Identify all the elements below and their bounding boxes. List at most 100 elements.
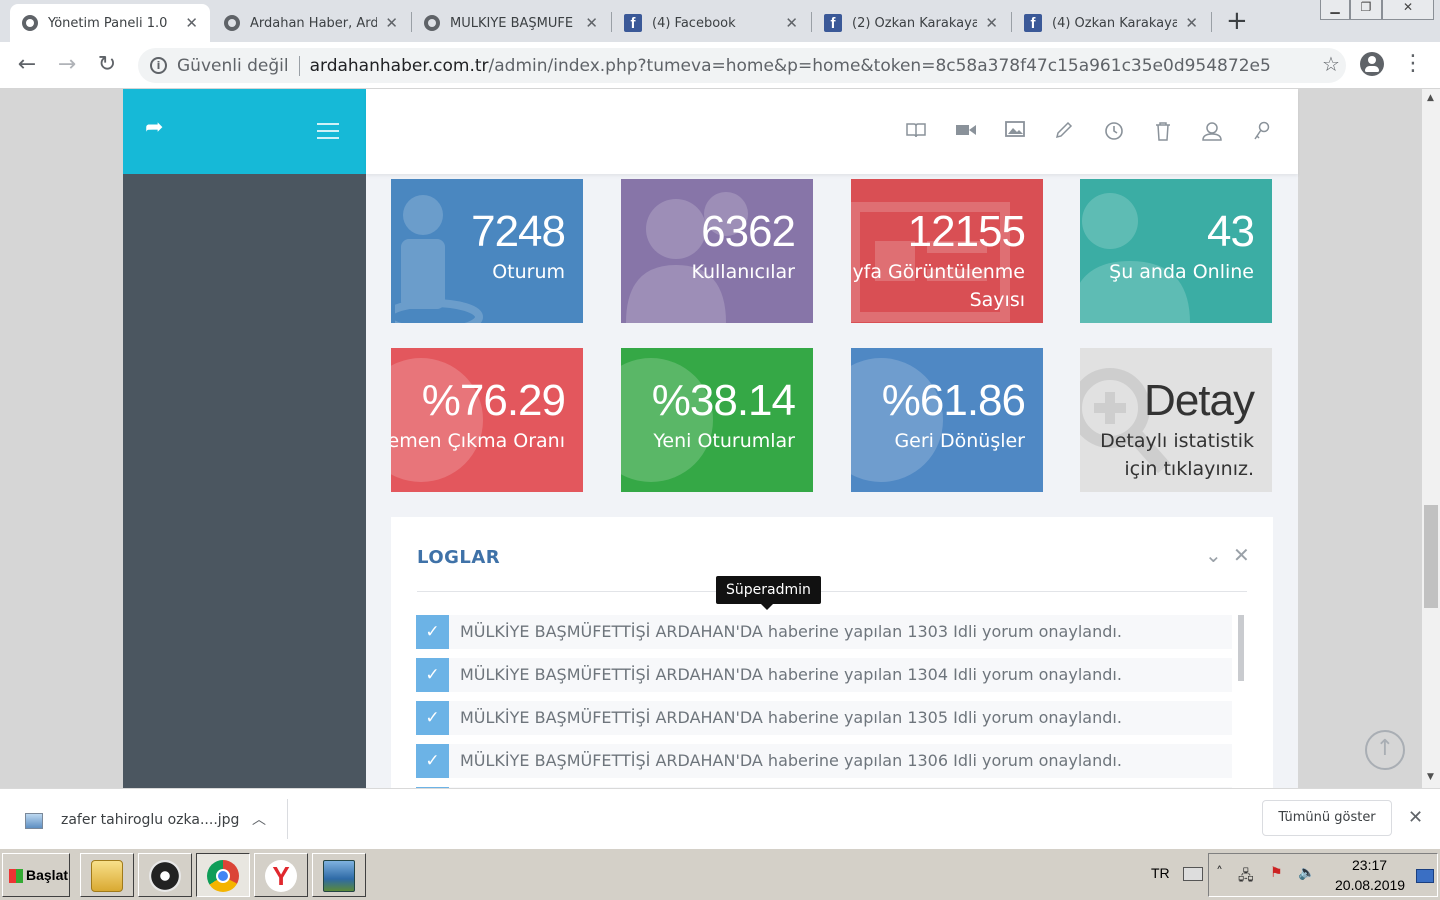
stat-box-details[interactable]: Detay Detaylı istatistik için tıklayınız…: [1080, 348, 1272, 492]
stat-box-bounce-rate[interactable]: %76.29 Hemen Çıkma Oranı: [391, 348, 583, 492]
account-icon[interactable]: [1360, 52, 1384, 76]
show-desktop-icon[interactable]: [1416, 869, 1434, 883]
stat-box-returning[interactable]: %61.86 Geri Dönüşler: [851, 348, 1043, 492]
stat-value: 6362: [701, 207, 796, 256]
tab-ardahan-haber[interactable]: Ardahan Haber, Ard ✕: [212, 4, 410, 42]
pencil-icon[interactable]: [1053, 121, 1075, 143]
tray-expand-icon[interactable]: ˄: [1216, 865, 1223, 881]
folder-taskbar-icon[interactable]: [80, 853, 134, 897]
chrome-taskbar-icon[interactable]: [196, 853, 250, 897]
tab-title: MÜLKİYE BAŞMÜFE: [450, 15, 574, 31]
log-item[interactable]: ✓ MÜLKİYE BAŞMÜFETTİŞİ ARDAHAN'DA haberi…: [416, 744, 1232, 778]
info-icon[interactable]: i: [150, 57, 167, 74]
tab-mulkiye[interactable]: MÜLKİYE BAŞMÜFE ✕: [412, 4, 610, 42]
windows-logo-icon: [9, 869, 23, 884]
trash-icon[interactable]: [1152, 121, 1174, 143]
stat-box-pageviews[interactable]: 12155 Sayfa Görüntülenme Sayısı: [851, 179, 1043, 323]
user-icon[interactable]: [1201, 121, 1223, 143]
book-icon[interactable]: [905, 121, 927, 143]
show-all-button[interactable]: Tümünü göster: [1262, 800, 1392, 836]
tab-facebook[interactable]: f (4) Facebook ✕: [612, 4, 810, 42]
close-icon[interactable]: ✕: [785, 14, 798, 32]
stat-box-users[interactable]: 6362 Kullanıcılar: [621, 179, 813, 323]
start-button[interactable]: Başlat: [2, 853, 70, 897]
clock-date[interactable]: 20.08.2019: [1335, 877, 1405, 893]
minimize-button[interactable]: ▁: [1320, 0, 1350, 20]
close-icon[interactable]: ✕: [385, 14, 398, 32]
volume-icon[interactable]: 🔈: [1298, 865, 1315, 881]
security-label[interactable]: Güvenli değil: [177, 56, 289, 76]
tab-ozkan-karakaya-4[interactable]: f (4) Özkan Karakaya ✕: [1012, 4, 1210, 42]
taskbar: Başlat Y TR ˄ 🖧 ⚑ 🔈 23:17 20.08.2019: [0, 848, 1440, 900]
new-tab-button[interactable]: +: [1226, 6, 1248, 36]
forward-icon[interactable]: →: [52, 50, 82, 80]
scroll-up-icon[interactable]: ▲: [1427, 93, 1434, 103]
yandex-taskbar-icon[interactable]: Y: [254, 853, 308, 897]
share-arrow-icon[interactable]: ➦: [145, 115, 163, 140]
download-file-name[interactable]: zafer tahiroglu ozka....jpg: [61, 812, 239, 828]
check-icon: ✓: [416, 701, 449, 735]
user-online-icon: [1080, 179, 1210, 323]
clock-time[interactable]: 23:17: [1352, 857, 1387, 873]
close-icon[interactable]: ✕: [1408, 807, 1423, 828]
log-scrollbar[interactable]: [1238, 615, 1244, 681]
tab-title: (4) Özkan Karakaya: [1052, 15, 1178, 31]
url-path: /admin/index.php?tumeva=home&p=home&toke…: [488, 55, 1271, 76]
scroll-to-top-icon[interactable]: ↑: [1365, 730, 1405, 770]
language-indicator[interactable]: TR: [1151, 865, 1170, 881]
stat-value: 12155: [907, 207, 1026, 256]
image-viewer-taskbar-icon[interactable]: [312, 853, 366, 897]
stat-label: Detaylı istatistik için tıklayınız.: [1100, 430, 1254, 480]
tooltip: Süperadmin: [716, 576, 821, 610]
scrollbar-thumb[interactable]: [1424, 505, 1438, 608]
network-icon[interactable]: 🖧: [1238, 865, 1254, 889]
stat-box-online[interactable]: 43 Şu anda Online: [1080, 179, 1272, 323]
log-item[interactable]: ✓ MÜLKİYE BAŞMÜFETTİŞİ ARDAHAN'DA haberi…: [416, 701, 1232, 735]
brand-header: ➦: [123, 89, 366, 174]
close-icon[interactable]: ✕: [585, 14, 598, 32]
stat-label: Yeni Oturumlar: [653, 430, 795, 452]
chevron-down-icon[interactable]: ⌄: [1205, 543, 1222, 567]
key-icon[interactable]: [1251, 121, 1273, 143]
panel-title: LOGLAR: [417, 547, 501, 568]
chevron-up-icon[interactable]: ︿: [252, 809, 266, 829]
url-host: ardahanhaber.com.tr: [309, 55, 489, 76]
restore-button[interactable]: ❐: [1350, 0, 1382, 20]
close-icon[interactable]: ✕: [1185, 14, 1198, 32]
facebook-icon: f: [624, 14, 642, 32]
hamburger-menu-icon[interactable]: [317, 123, 339, 144]
keyboard-icon[interactable]: [1183, 867, 1203, 881]
facebook-icon: f: [824, 14, 842, 32]
clock-icon[interactable]: [1103, 121, 1125, 143]
bookmark-star-icon[interactable]: ☆: [1316, 52, 1346, 76]
close-icon[interactable]: ✕: [1233, 543, 1250, 567]
tab-title: Yönetim Paneli 1.0: [48, 15, 168, 31]
close-icon[interactable]: ✕: [985, 14, 998, 32]
back-icon[interactable]: ←: [12, 50, 42, 80]
log-item[interactable]: ✓ MÜLKİYE BAŞMÜFETTİŞİ ARDAHAN'DA haberi…: [416, 615, 1232, 649]
window-close-button[interactable]: ✕: [1382, 0, 1434, 20]
reload-icon[interactable]: ↻: [92, 50, 122, 80]
action-center-flag-icon[interactable]: ⚑: [1270, 865, 1283, 881]
close-icon[interactable]: ✕: [185, 14, 198, 32]
image-icon[interactable]: [1004, 121, 1026, 143]
video-icon[interactable]: [955, 121, 977, 143]
globe-icon: [224, 15, 240, 31]
stat-label: Şu anda Online: [1109, 261, 1254, 283]
tab-title: (2) Özkan Karakaya: [852, 15, 978, 31]
tab-yonetim-paneli[interactable]: Yönetim Paneli 1.0 ✕: [10, 4, 210, 42]
downloads-bar: zafer tahiroglu ozka....jpg ︿ Tümünü gös…: [0, 788, 1440, 848]
media-taskbar-icon[interactable]: [138, 853, 192, 897]
menu-dots-icon[interactable]: ⋮: [1402, 50, 1424, 78]
tab-title: (4) Facebook: [652, 15, 736, 31]
stat-box-sessions[interactable]: 7248 Oturum: [391, 179, 583, 323]
page-scrollbar[interactable]: ▲ ▼: [1422, 89, 1440, 788]
start-label: Başlat: [26, 867, 69, 883]
tab-ozkan-karakaya-2[interactable]: f (2) Özkan Karakaya ✕: [812, 4, 1010, 42]
stat-box-new-sessions[interactable]: %38.14 Yeni Oturumlar: [621, 348, 813, 492]
log-item[interactable]: ✓ MÜLKİYE BAŞMÜFETTİŞİ ARDAHAN'DA haberi…: [416, 658, 1232, 692]
scroll-down-icon[interactable]: ▼: [1427, 772, 1434, 782]
tab-title: Ardahan Haber, Ard: [250, 15, 378, 31]
address-bar[interactable]: i Güvenli değil ardahanhaber.com.tr/admi…: [138, 48, 1346, 83]
log-text: MÜLKİYE BAŞMÜFETTİŞİ ARDAHAN'DA haberine…: [460, 622, 1122, 641]
